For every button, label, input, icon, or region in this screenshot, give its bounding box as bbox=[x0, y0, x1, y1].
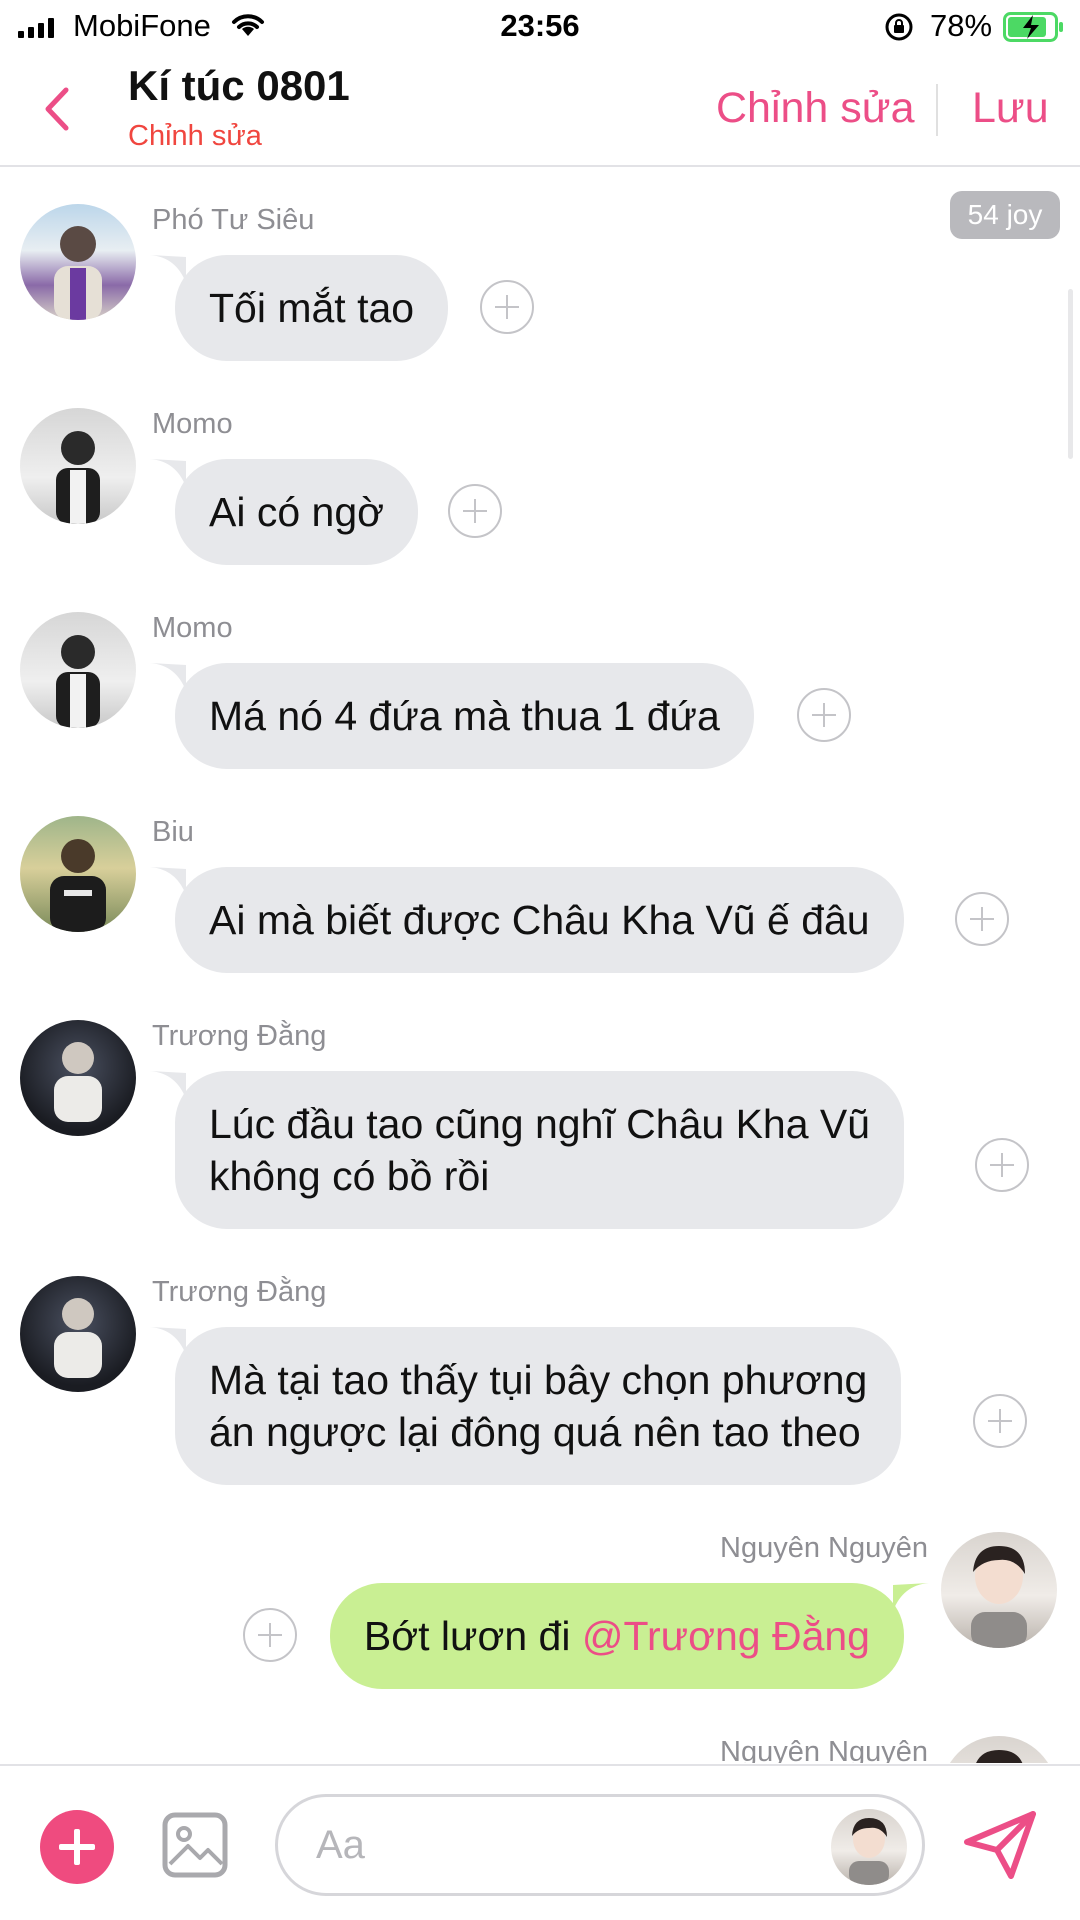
add-reaction-button[interactable] bbox=[973, 1394, 1027, 1448]
message-bubble[interactable]: Ai có ngờ bbox=[175, 459, 419, 565]
image-icon[interactable] bbox=[162, 1812, 228, 1878]
message-text: Bớt lươn đi bbox=[363, 1613, 582, 1659]
bubble-tail bbox=[150, 459, 186, 487]
message-bubble[interactable]: Tối mắt tao bbox=[175, 255, 449, 361]
message-bubble[interactable]: Ai mà biết được Châu Kha Vũ ế đâu bbox=[175, 867, 904, 973]
message-input[interactable]: Aa bbox=[275, 1794, 925, 1896]
avatar[interactable] bbox=[20, 612, 136, 728]
joy-badge: 54 joy bbox=[950, 191, 1060, 239]
chat-header: Kí túc 0801 Chỉnh sửa Chỉnh sửa Lưu bbox=[0, 54, 1080, 167]
send-icon[interactable] bbox=[963, 1810, 1037, 1880]
message-list[interactable]: 54 joy Phó Tư Siêu Tối mắt tao Momo Ai c… bbox=[0, 169, 1080, 1763]
save-button[interactable]: Lưu bbox=[972, 84, 1049, 133]
sender-name: Trương Đằng bbox=[152, 1020, 327, 1052]
mention-link[interactable]: @Trương Đằng bbox=[582, 1613, 870, 1659]
sender-name: Phó Tư Siêu bbox=[152, 204, 315, 236]
add-reaction-button[interactable] bbox=[975, 1138, 1029, 1192]
message-line: Lúc đầu tao cũng nghĩ Châu Kha Vũ bbox=[209, 1101, 871, 1147]
bubble-tail bbox=[150, 867, 186, 895]
bubble-tail bbox=[150, 1071, 186, 1099]
add-reaction-button[interactable] bbox=[243, 1608, 297, 1662]
sender-name: Momo bbox=[152, 408, 233, 440]
avatar[interactable] bbox=[20, 204, 136, 320]
avatar[interactable] bbox=[20, 1276, 136, 1392]
sender-name: Biu bbox=[152, 816, 194, 848]
plus-icon[interactable] bbox=[40, 1810, 114, 1884]
avatar[interactable] bbox=[20, 408, 136, 524]
chevron-left-icon[interactable] bbox=[40, 84, 72, 134]
edit-button[interactable]: Chỉnh sửa bbox=[716, 84, 915, 133]
status-bar: MobiFone 23:56 78% bbox=[0, 0, 1080, 54]
sender-name: Trương Đằng bbox=[152, 1276, 327, 1308]
scrollbar[interactable] bbox=[1068, 289, 1073, 459]
add-reaction-button[interactable] bbox=[480, 280, 534, 334]
message-bubble[interactable]: Má nó 4 đứa mà thua 1 đứa bbox=[175, 663, 754, 769]
add-reaction-button[interactable] bbox=[955, 892, 1009, 946]
sender-name: Nguyên Nguyên bbox=[720, 1532, 928, 1564]
avatar[interactable] bbox=[941, 1736, 1057, 1763]
message-line: Mà tại tao thấy tụi bây chọn phương bbox=[209, 1357, 868, 1403]
message-bubble[interactable]: Lúc đầu tao cũng nghĩ Châu Kha Vũ không … bbox=[175, 1071, 905, 1229]
avatar[interactable] bbox=[20, 816, 136, 932]
sender-name: Nguyên Nguyên bbox=[720, 1736, 928, 1763]
avatar[interactable] bbox=[941, 1532, 1057, 1648]
clock: 23:56 bbox=[500, 8, 580, 43]
message-line: không có bồ rồi bbox=[209, 1153, 490, 1199]
message-bubble[interactable]: Bớt lươn đi @Trương Đằng bbox=[329, 1583, 904, 1689]
rotation-lock-icon bbox=[885, 13, 913, 41]
input-placeholder: Aa bbox=[316, 1823, 365, 1867]
add-reaction-button[interactable] bbox=[797, 688, 851, 742]
bubble-tail bbox=[150, 663, 186, 691]
message-line: án ngược lại đông quá nên tao theo bbox=[209, 1409, 861, 1455]
avatar[interactable] bbox=[831, 1809, 907, 1885]
avatar[interactable] bbox=[20, 1020, 136, 1136]
battery-percent: 78% bbox=[930, 8, 993, 43]
sender-name: Momo bbox=[152, 612, 233, 644]
conversation-title: Kí túc 0801 bbox=[128, 62, 350, 109]
bubble-tail bbox=[893, 1583, 929, 1611]
conversation-subtitle[interactable]: Chỉnh sửa bbox=[128, 120, 262, 153]
header-divider bbox=[936, 84, 938, 136]
battery-charging-icon bbox=[1003, 12, 1063, 42]
bubble-tail bbox=[150, 1327, 186, 1355]
bubble-tail bbox=[150, 255, 186, 283]
add-reaction-button[interactable] bbox=[448, 484, 502, 538]
composer-bar: Aa bbox=[0, 1764, 1080, 1920]
message-bubble[interactable]: Mà tại tao thấy tụi bây chọn phương án n… bbox=[175, 1327, 902, 1485]
